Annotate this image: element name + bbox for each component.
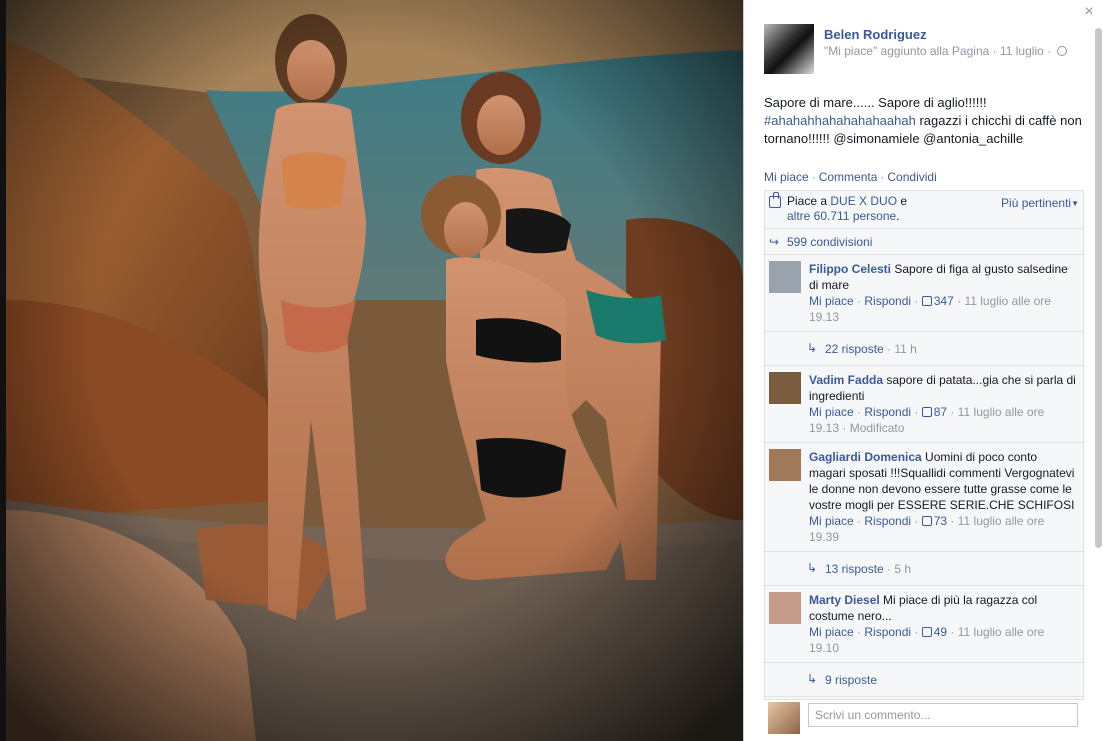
likes-page-link[interactable]: DUE X DUO	[830, 194, 897, 208]
replies-time: 5 h	[894, 562, 912, 576]
comment-likes[interactable]: 73	[921, 514, 948, 528]
comment-composer	[764, 700, 1084, 738]
comment-likes[interactable]: 87	[921, 405, 948, 419]
user-avatar	[768, 702, 800, 734]
comment-likes-count: 87	[933, 405, 948, 419]
comment-author[interactable]: Marty Diesel	[809, 593, 880, 607]
comment-meta: Mi piace · Rispondi · 49 · 11 luglio all…	[809, 625, 1045, 655]
likes-period: .	[896, 209, 900, 223]
post-text-line1: Sapore di mare...... Sapore di aglio!!!!…	[764, 95, 987, 110]
chevron-down-icon: ▼	[1071, 199, 1079, 208]
liked-page-text: "Mi piace" aggiunto alla Pagina	[824, 44, 990, 58]
comment-likes[interactable]: 347	[921, 294, 954, 308]
post-date[interactable]: 11 luglio	[1000, 44, 1044, 58]
page-name-link[interactable]: Belen Rodriguez	[824, 27, 927, 42]
comment-like-button[interactable]: Mi piace	[809, 405, 854, 419]
thumbs-up-icon	[921, 627, 932, 637]
comment-item: Gagliardi Domenica Uomini di poco conto …	[765, 443, 1083, 552]
post-actions: Mi piace · Commenta · Condividi	[764, 170, 937, 184]
comment-reply-button[interactable]: Rispondi	[864, 514, 911, 528]
beach-photo	[6, 0, 743, 741]
close-icon[interactable]: ×	[1082, 4, 1096, 20]
comment-meta: Mi piace · Rispondi · 87 · 11 luglio all…	[809, 405, 1045, 435]
like-button[interactable]: Mi piace	[764, 170, 809, 184]
action-separator: ·	[811, 170, 816, 184]
replies-count: 22 risposte	[825, 342, 884, 356]
thumbs-up-icon	[921, 516, 932, 526]
page-avatar[interactable]	[764, 24, 814, 74]
replies-link[interactable]: ↳ 13 risposte · 5 h	[765, 552, 1083, 586]
globe-icon	[1057, 46, 1068, 56]
replies-count: 9 risposte	[825, 673, 878, 687]
thumbs-up-icon	[921, 407, 932, 417]
comment-sort-label: Più pertinenti	[1001, 196, 1072, 210]
comments-section: Piace a DUE X DUO e altre 60.711 persone…	[764, 190, 1084, 700]
date-separator: ·	[1043, 44, 1055, 58]
comment-button[interactable]: Commenta	[819, 170, 878, 184]
comment-item: Vadim Fadda sapore di patata...gia che s…	[765, 366, 1083, 443]
commenter-avatar[interactable]	[769, 592, 801, 624]
comment-sort-dropdown[interactable]: Più pertinenti▼	[1001, 196, 1079, 211]
subtitle-separator: ·	[989, 44, 1000, 58]
thumbs-up-icon	[769, 192, 781, 208]
comment-meta: Mi piace · Rispondi · 347 · 11 luglio al…	[809, 294, 1051, 324]
likes-prefix: Piace a	[787, 194, 831, 208]
comment-author[interactable]: Vadim Fadda	[809, 373, 883, 387]
reply-arrow-icon: ↳	[807, 672, 818, 686]
action-separator: ·	[880, 170, 885, 184]
comment-meta: Mi piace · Rispondi · 73 · 11 luglio all…	[809, 514, 1045, 544]
comment-like-button[interactable]: Mi piace	[809, 514, 854, 528]
replies-link[interactable]: ↳ 9 risposte	[765, 663, 1083, 697]
post-message: Sapore di mare...... Sapore di aglio!!!!…	[764, 94, 1084, 148]
share-arrow-icon: ↪	[769, 235, 780, 249]
comment-reply-button[interactable]: Rispondi	[864, 625, 911, 639]
comment-like-button[interactable]: Mi piace	[809, 625, 854, 639]
shares-count: 599 condivisioni	[787, 235, 873, 249]
photo-viewer[interactable]	[0, 0, 743, 741]
thumbs-up-icon	[921, 296, 932, 306]
comment-author[interactable]: Filippo Celesti	[809, 262, 891, 276]
comment-edited: Modificato	[849, 421, 905, 435]
commenter-avatar[interactable]	[769, 261, 801, 293]
likes-summary: Piace a DUE X DUO e altre 60.711 persone…	[765, 191, 1083, 229]
comment-item: Marty Diesel Mi piace di più la ragazza …	[765, 586, 1083, 663]
post-header: Belen Rodriguez "Mi piace" aggiunto alla…	[764, 24, 1080, 76]
likes-middle: e	[897, 194, 908, 208]
hashtag-link[interactable]: #ahahahhahahahahaahah	[764, 113, 916, 128]
replies-count: 13 risposte	[825, 562, 884, 576]
comment-likes-count: 347	[933, 294, 954, 308]
replies-link[interactable]: ↳ 22 risposte · 11 h	[765, 332, 1083, 366]
commenter-avatar[interactable]	[769, 372, 801, 404]
share-button[interactable]: Condividi	[887, 170, 936, 184]
comment-like-button[interactable]: Mi piace	[809, 294, 854, 308]
reply-arrow-icon: ↳	[807, 561, 818, 575]
post-subtitle: "Mi piace" aggiunto alla Pagina · 11 lug…	[824, 44, 1068, 58]
replies-time: 11 h	[894, 342, 917, 356]
panel-scrollbar[interactable]	[1095, 28, 1102, 548]
reply-arrow-icon: ↳	[807, 341, 818, 355]
likes-others-link[interactable]: altre 60.711 persone	[787, 209, 896, 223]
comment-likes[interactable]: 49	[921, 625, 948, 639]
shares-summary[interactable]: ↪ 599 condivisioni	[765, 229, 1083, 255]
post-side-panel: × Belen Rodriguez "Mi piace" aggiunto al…	[743, 0, 1106, 741]
comment-likes-count: 49	[933, 625, 948, 639]
comment-author[interactable]: Gagliardi Domenica	[809, 450, 922, 464]
comment-input[interactable]	[808, 703, 1078, 727]
comment-reply-button[interactable]: Rispondi	[864, 294, 911, 308]
commenter-avatar[interactable]	[769, 449, 801, 481]
comment-likes-count: 73	[933, 514, 948, 528]
comment-item: Filippo Celesti Sapore di figa al gusto …	[765, 255, 1083, 332]
comment-reply-button[interactable]: Rispondi	[864, 405, 911, 419]
